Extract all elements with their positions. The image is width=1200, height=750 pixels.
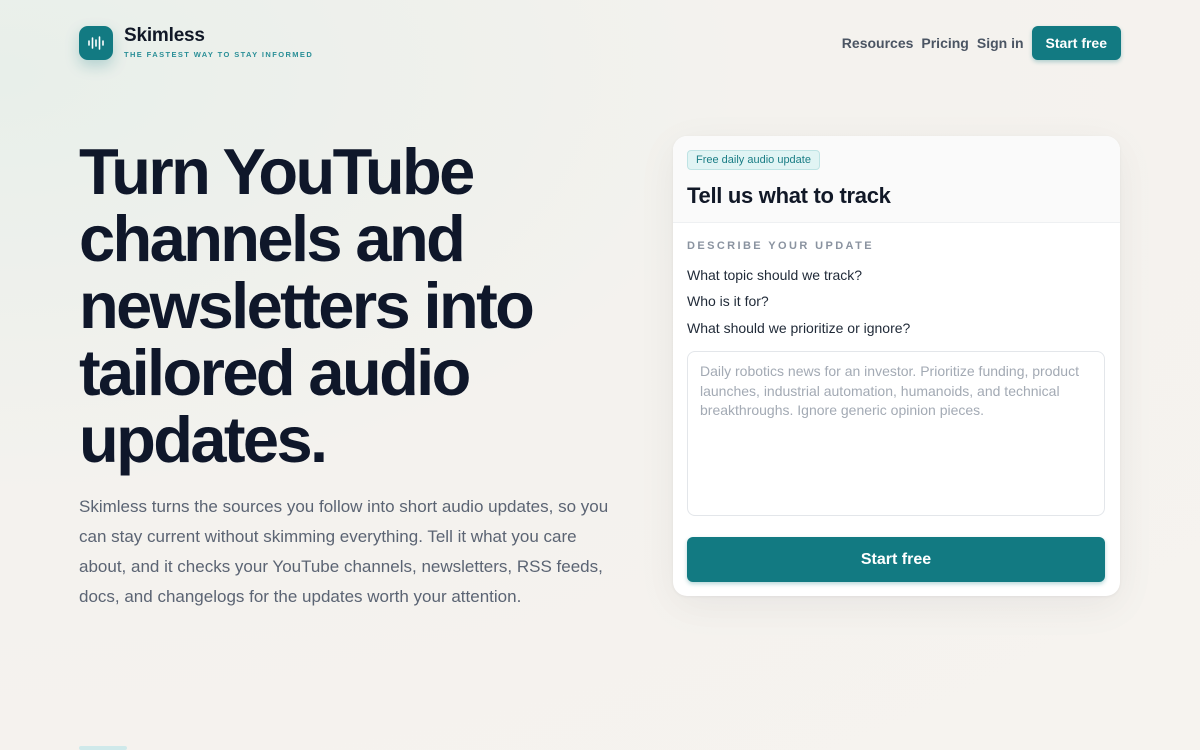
nav-link-sign-in[interactable]: Sign in <box>977 35 1024 51</box>
question-priorities: What should we prioritize or ignore? <box>687 320 911 336</box>
question-audience: Who is it for? <box>687 293 769 309</box>
brand-name[interactable]: Skimless <box>124 25 205 47</box>
card-title: Tell us what to track <box>687 183 891 208</box>
section-label: DESCRIBE YOUR UPDATE <box>687 240 874 252</box>
card-header: Free daily audio update Tell us what to … <box>673 136 1120 223</box>
start-free-submit-button[interactable]: Start free <box>687 537 1105 582</box>
nav-link-pricing[interactable]: Pricing <box>921 35 968 51</box>
waveform-icon[interactable] <box>79 26 113 60</box>
free-update-badge: Free daily audio update <box>687 150 820 170</box>
hero-title: Turn YouTube channels and newsletters in… <box>79 135 535 476</box>
nav-link-resources[interactable]: Resources <box>842 35 914 51</box>
hero-description: Skimless turns the sources you follow in… <box>79 497 609 606</box>
signup-card: Free daily audio update Tell us what to … <box>673 136 1120 596</box>
top-nav: Resources Pricing Sign in Start free <box>842 26 1121 60</box>
brand-tagline: THE FASTEST WAY TO STAY INFORMED <box>124 50 314 59</box>
site-header: Skimless THE FASTEST WAY TO STAY INFORME… <box>0 0 1200 86</box>
question-topic: What topic should we track? <box>687 267 863 283</box>
update-description-input[interactable] <box>687 351 1105 516</box>
section-indicator <box>79 746 127 750</box>
start-free-nav-button[interactable]: Start free <box>1031 26 1121 60</box>
